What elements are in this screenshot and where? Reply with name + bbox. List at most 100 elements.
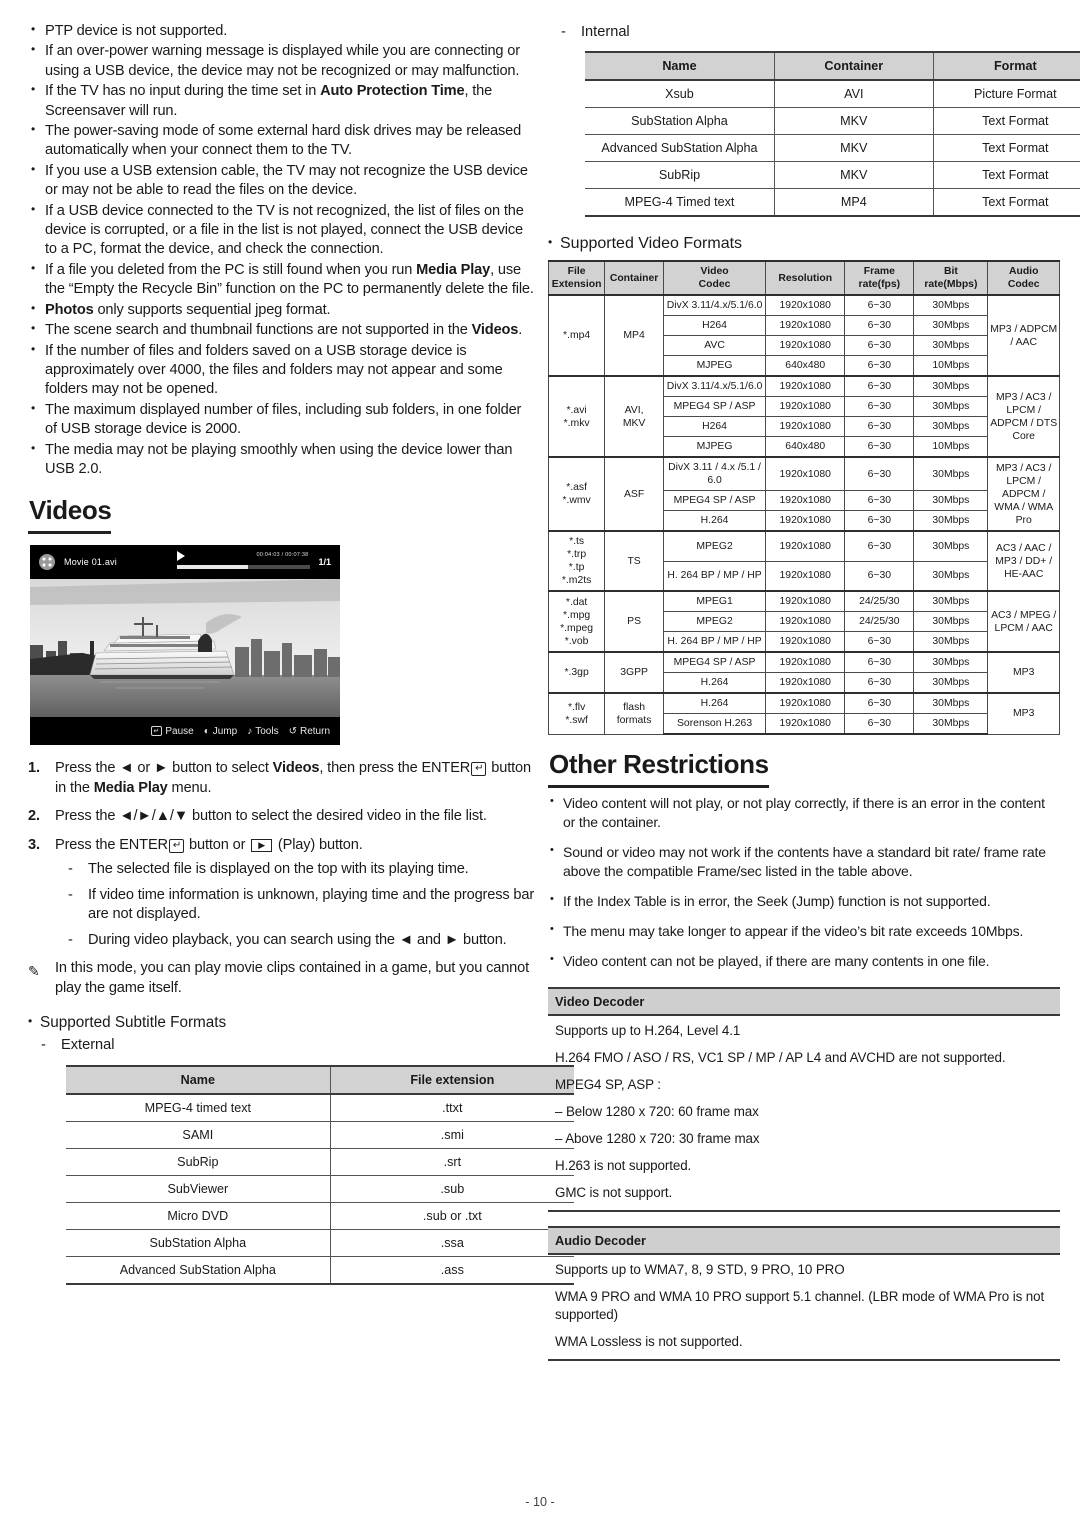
decoder-line: H.264 FMO / ASO / RS, VC1 SP / MP / AP L… [555, 1050, 1006, 1065]
table-cell: SubRip [585, 161, 775, 189]
table-header-cell: Name [66, 1065, 331, 1096]
play-icon [176, 551, 185, 562]
vf-audio-cell: MP3 [987, 651, 1060, 694]
vf-row: *.asf *.wmv ASF DivX 3.11 / 4.x /5.1 / 6.0 1… [547, 456, 1060, 532]
video-decoder-box: Video Decoder Supports up to H.264, Leve… [548, 987, 1060, 1212]
tv-player-footer: ↵ Pause ◐ Jump ♪ Tools ↺ Return [30, 717, 340, 746]
vf-bitrate-cell: 30Mbps [913, 651, 989, 673]
vf-codec-cell: MPEG1 [662, 590, 767, 612]
video-step-item: 3. Press the ENTER ↵ button or ▶ (Play) bu… [28, 836, 536, 951]
vf-fps-cell: 6~30 [844, 335, 915, 356]
vf-codec-cell: MPEG2 [662, 530, 767, 562]
table-cell: MKV [773, 107, 934, 135]
vf-bitrate-cell: 30Mbps [913, 590, 989, 612]
other-restriction-item: The menu may take longer to appear if th… [548, 920, 1060, 941]
vf-resolution-cell: 1920x1080 [765, 672, 846, 694]
table-cell: .ttxt [329, 1094, 574, 1123]
other-restriction-item: Video content can not be played, if ther… [548, 950, 1060, 971]
vf-container-cell: 3GPP [604, 651, 664, 694]
table-header-cell: File extension [329, 1065, 574, 1096]
vf-resolution-cell: 1920x1080 [765, 590, 846, 612]
other-restrictions-list: Video content will not play, or not play… [548, 792, 1060, 971]
table-cell: Text Format [932, 134, 1080, 162]
table-row: MPEG-4 timed text .ttxt [66, 1094, 574, 1123]
table-cell: Picture Format [932, 80, 1080, 108]
tv-player-topbar: Movie 01.avi 00:04:03 / 00:07:38 1/1 [30, 545, 340, 580]
usb-note-item: If the number of files and folders saved… [28, 339, 536, 400]
vf-resolution-cell: 640x480 [765, 355, 846, 377]
tools-key-icon: ♪ [247, 725, 253, 737]
usb-note-item: The maximum displayed number of files, i… [28, 399, 536, 440]
table-header-cell: Format [932, 51, 1080, 81]
note-text: In this mode, you can play movie clips c… [55, 960, 530, 996]
table-row: Xsub AVI Picture Format [585, 80, 1080, 108]
vf-container-cell: flash formats [604, 692, 664, 735]
vf-resolution-cell: 1920x1080 [765, 631, 846, 653]
step-number: 3. [28, 836, 40, 853]
table-cell: SubViewer [66, 1175, 331, 1204]
vf-bitrate-cell: 30Mbps [913, 692, 989, 714]
decoder-line: GMC is not support. [555, 1185, 673, 1200]
vf-fps-cell: 6~30 [844, 315, 915, 336]
vf-codec-cell: Sorenson H.263 [662, 713, 767, 735]
tv-key-return[interactable]: ↺ Return [289, 726, 330, 737]
vf-extension-cell: *.ts *.trp *.tp *.m2ts [547, 530, 606, 592]
table-cell: Text Format [932, 188, 1080, 217]
other-restrictions-heading: Other Restrictions [548, 749, 769, 788]
vf-codec-cell: DivX 3.11/4.x/5.1/6.0 [662, 375, 767, 397]
right-column: Internal NameContainerFormatXsubAVIPictu… [547, 22, 1080, 1361]
table-cell: MKV [773, 134, 934, 162]
vf-codec-cell: MPEG4 SP / ASP [662, 396, 767, 417]
vf-codec-cell: AVC [662, 335, 767, 356]
video-steps-list: 1. Press the ◄ or ► button to select Vide… [28, 759, 536, 950]
tv-key-tools[interactable]: ♪ Tools [247, 726, 278, 737]
vf-resolution-cell: 1920x1080 [765, 375, 846, 397]
vf-resolution-cell: 1920x1080 [765, 713, 846, 735]
step3-detail-item: During video playback, you can search us… [55, 931, 536, 951]
vf-bitrate-cell: 30Mbps [913, 375, 989, 397]
table-row: SubViewer .sub [66, 1175, 574, 1204]
table-cell: AVI [773, 80, 934, 108]
table-cell: SubRip [66, 1148, 331, 1177]
tv-player-screenshot: Movie 01.avi 00:04:03 / 00:07:38 1/1 ↵ P… [30, 545, 340, 746]
table-row: Micro DVD .sub or .txt [66, 1202, 574, 1231]
table-cell: .ssa [329, 1229, 574, 1258]
table-cell: Xsub [585, 80, 775, 108]
ship-illustration [30, 579, 340, 718]
table-row: SubRip MKV Text Format [585, 161, 1080, 189]
usb-note-item: PTP device is not supported. [28, 20, 536, 41]
vf-bitrate-cell: 30Mbps [913, 396, 989, 417]
tv-key-pause[interactable]: ↵ Pause [150, 726, 194, 737]
external-label: External [28, 1035, 536, 1055]
table-cell: MPEG-4 timed text [66, 1094, 331, 1123]
vf-row: *.ts *.trp *.tp *.m2ts TS MPEG2 1920x1080 6~30 3… [547, 530, 1060, 592]
vf-bitrate-cell: 10Mbps [913, 436, 989, 458]
other-restriction-item: Video content will not play, or not play… [548, 792, 1060, 832]
vf-bitrate-cell: 30Mbps [913, 611, 989, 632]
vf-resolution-cell: 1920x1080 [765, 651, 846, 673]
step3-detail-item: If video time information is unknown, pl… [55, 886, 536, 925]
table-cell: MP4 [773, 188, 934, 217]
table-cell: Text Format [932, 161, 1080, 189]
video-step-item: 1. Press the ◄ or ► button to select Vide… [28, 760, 531, 796]
vf-codec-cell: MJPEG [662, 355, 767, 377]
vf-fps-cell: 24/25/30 [844, 590, 915, 612]
vf-fps-cell: 6~30 [844, 713, 915, 735]
vf-bitrate-cell: 30Mbps [913, 456, 989, 491]
decoder-line: H.263 is not supported. [555, 1158, 692, 1173]
table-cell: .srt [329, 1148, 574, 1177]
decoder-line: MPEG4 SP, ASP : [555, 1077, 661, 1092]
vf-extension-cell: *.3gp [547, 651, 606, 694]
vf-codec-cell: MPEG2 [662, 611, 767, 632]
tv-key-tools-label: Tools [255, 725, 279, 737]
table-cell: MPEG-4 Timed text [585, 188, 775, 217]
table-cell: SubStation Alpha [585, 107, 775, 135]
vf-bitrate-cell: 30Mbps [913, 530, 989, 562]
vf-fps-cell: 6~30 [844, 692, 915, 714]
vf-resolution-cell: 1920x1080 [765, 456, 846, 491]
tv-key-jump[interactable]: ◐ Jump [204, 726, 238, 737]
usb-notes-list: PTP device is not supported.If an over-p… [28, 20, 536, 479]
table-cell: .sub or .txt [329, 1202, 574, 1231]
table-cell: .ass [329, 1256, 574, 1286]
decoder-line: WMA Lossless is not supported. [555, 1334, 743, 1349]
